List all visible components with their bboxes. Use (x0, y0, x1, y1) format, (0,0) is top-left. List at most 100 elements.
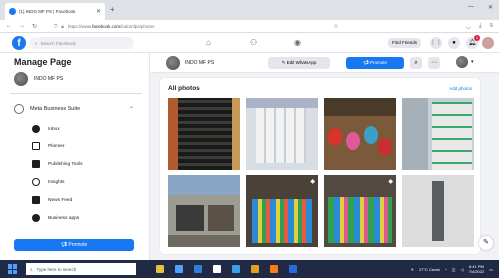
back-icon[interactable]: ← (6, 23, 12, 29)
sidebar-item-insights[interactable]: Insights (32, 178, 65, 186)
gaming-nav-icon[interactable]: ◉ (294, 38, 301, 47)
sidebar-item-label: Business apps (48, 215, 80, 221)
photo-thumbnail[interactable] (168, 98, 240, 170)
compose-edit-button[interactable]: ✎ (479, 236, 493, 250)
photo-menu-icon[interactable]: ◆ (388, 178, 393, 185)
browser-tab-bar: (1) INDO MF PS | Facebook ✕ + — ✕ (0, 0, 499, 20)
browser-extensions: ◡ ⤓ ≡ (466, 23, 493, 30)
reload-icon[interactable]: ↻ (32, 23, 37, 30)
pagebar-page-link[interactable]: INDO MF PS (166, 56, 214, 70)
photo-thumbnail[interactable] (402, 175, 474, 247)
business-suite-icon (14, 104, 24, 114)
photo-thumbnail[interactable] (324, 98, 396, 170)
sidebar-item-label: Planner (48, 143, 65, 149)
page-avatar (166, 56, 180, 70)
publishing-tools-icon (32, 160, 40, 168)
find-friends-button[interactable]: Find Friends (388, 38, 422, 48)
search-icon: ⌕ (35, 40, 38, 46)
groups-nav-icon[interactable]: ⚇ (250, 38, 257, 47)
promote-label: Promote (68, 242, 88, 248)
window-controls: — ✕ (468, 4, 493, 11)
url-field[interactable]: ⛉ 🔒︎ https://www.facebook.com/indomfps/p… (54, 24, 326, 29)
tray-chevron-icon[interactable]: ^ (445, 267, 447, 272)
chevron-down-icon[interactable]: ▾ (471, 59, 474, 65)
photo-thumbnail[interactable] (246, 98, 318, 170)
sidebar-item-label: Insights (48, 179, 65, 185)
firefox-icon[interactable] (270, 265, 278, 273)
windows-taskbar: ⌕ Type here to search ☀ 27°C Cerah ^ ◫ ◁… (0, 260, 499, 278)
mail-icon[interactable] (232, 265, 240, 273)
menu-grid-icon[interactable]: ⋮⋮ (430, 37, 442, 49)
sidebar-item-planner[interactable]: Planner (32, 142, 65, 150)
pencil-icon: ✎ (281, 60, 286, 65)
sidebar-item-news-feed[interactable]: News Feed (32, 196, 72, 204)
store-icon[interactable] (213, 265, 221, 273)
windows-start-icon[interactable] (8, 264, 18, 274)
sidebar-item-business-apps[interactable]: Business apps (32, 214, 79, 222)
taskbar-clock[interactable]: 8:41 PM 7/4/2022 (469, 264, 485, 274)
facebook-header: f ⌕ Search Facebook ⌂ ⚇ ◉ Find Friends ⋮… (0, 33, 499, 53)
weather-text[interactable]: 27°C Cerah (419, 267, 440, 272)
close-window-icon[interactable]: ✕ (488, 4, 493, 11)
meta-business-suite-toggle[interactable]: Meta Business Suite ⌃ (14, 104, 134, 114)
chevron-up-icon: ⌃ (128, 106, 134, 113)
close-tab-icon[interactable]: ✕ (96, 8, 101, 15)
downloads-icon[interactable]: ⤓ (479, 23, 482, 30)
notification-center-icon[interactable]: ▭ (489, 267, 493, 272)
network-icon[interactable]: ◫ (452, 267, 456, 272)
notification-badge: 1 (474, 35, 480, 41)
taskbar-search-input[interactable]: ⌕ Type here to search (26, 263, 136, 275)
minimize-icon[interactable]: — (468, 4, 474, 11)
search-placeholder: Search Facebook (40, 40, 76, 46)
news-feed-icon (32, 196, 40, 204)
file-explorer-icon[interactable] (156, 265, 164, 273)
promote-label: Promote (369, 60, 387, 65)
tab-title: (1) INDO MF PS | Facebook (19, 9, 76, 14)
planner-icon (32, 142, 40, 150)
task-view-icon[interactable] (175, 265, 183, 273)
sidebar-page-link[interactable]: INDO MF PS (14, 72, 63, 86)
photos-title: All photos (168, 85, 200, 92)
forward-icon[interactable]: → (19, 23, 25, 29)
new-tab-icon[interactable]: + (110, 5, 115, 14)
browser-tab[interactable]: (1) INDO MF PS | Facebook ✕ (5, 3, 105, 20)
sidebar-item-label: Inbox (48, 126, 60, 132)
megaphone-icon: 📢︎ (60, 242, 68, 248)
sidebar-item-label: Publishing Tools (48, 161, 83, 167)
all-photos-card: All photos Add photos ◆ ◆ (160, 78, 480, 254)
facebook-logo-icon[interactable]: f (12, 36, 26, 50)
facebook-search-input[interactable]: ⌕ Search Facebook (30, 37, 134, 49)
bookmark-star-icon[interactable]: ☆ (333, 23, 338, 30)
volume-icon[interactable]: ◁ (461, 267, 464, 272)
profile-avatar[interactable] (482, 37, 494, 49)
megaphone-icon: 📢︎ (363, 60, 369, 65)
add-photos-link[interactable]: Add photos (449, 86, 472, 91)
photo-thumbnail[interactable]: ◆ (324, 175, 396, 247)
page-action-bar: INDO MF PS ✎ Edit WhatsApp 📢︎ Promote ⌕ … (150, 53, 499, 73)
pocket-icon[interactable]: ◡ (466, 23, 471, 30)
sidebar-item-publishing-tools[interactable]: Publishing Tools (32, 160, 83, 168)
manage-page-sidebar: Manage Page INDO MF PS Meta Business Sui… (0, 53, 150, 260)
edit-whatsapp-button[interactable]: ✎ Edit WhatsApp (268, 57, 330, 69)
switch-profile-avatar[interactable] (456, 56, 468, 68)
page-search-button[interactable]: ⌕ (410, 57, 422, 69)
sidebar-promote-button[interactable]: 📢︎ Promote (14, 239, 134, 251)
business-suite-label: Meta Business Suite (30, 106, 81, 112)
more-options-button[interactable]: ⋯ (428, 57, 440, 69)
sidebar-item-inbox[interactable]: Inbox (32, 125, 60, 133)
sidebar-divider (10, 93, 142, 94)
home-nav-icon[interactable]: ⌂ (206, 38, 211, 47)
explorer-folder-icon[interactable] (251, 265, 259, 273)
promote-button[interactable]: 📢︎ Promote (346, 57, 404, 69)
shield-icon: ⛉ (54, 23, 58, 29)
photo-thumbnail[interactable] (168, 175, 240, 247)
photo-menu-icon[interactable]: ◆ (310, 178, 315, 185)
menu-icon[interactable]: ≡ (489, 23, 493, 30)
messenger-icon[interactable]: ● (448, 37, 460, 49)
photo-thumbnail[interactable] (402, 98, 474, 170)
edge-icon[interactable] (194, 265, 202, 273)
address-bar: ← → ↻ ⛉ 🔒︎ https://www.facebook.com/indo… (0, 20, 499, 33)
lock-icon: 🔒︎ (61, 23, 64, 29)
word-icon[interactable] (289, 265, 297, 273)
photo-thumbnail[interactable]: ◆ (246, 175, 318, 247)
